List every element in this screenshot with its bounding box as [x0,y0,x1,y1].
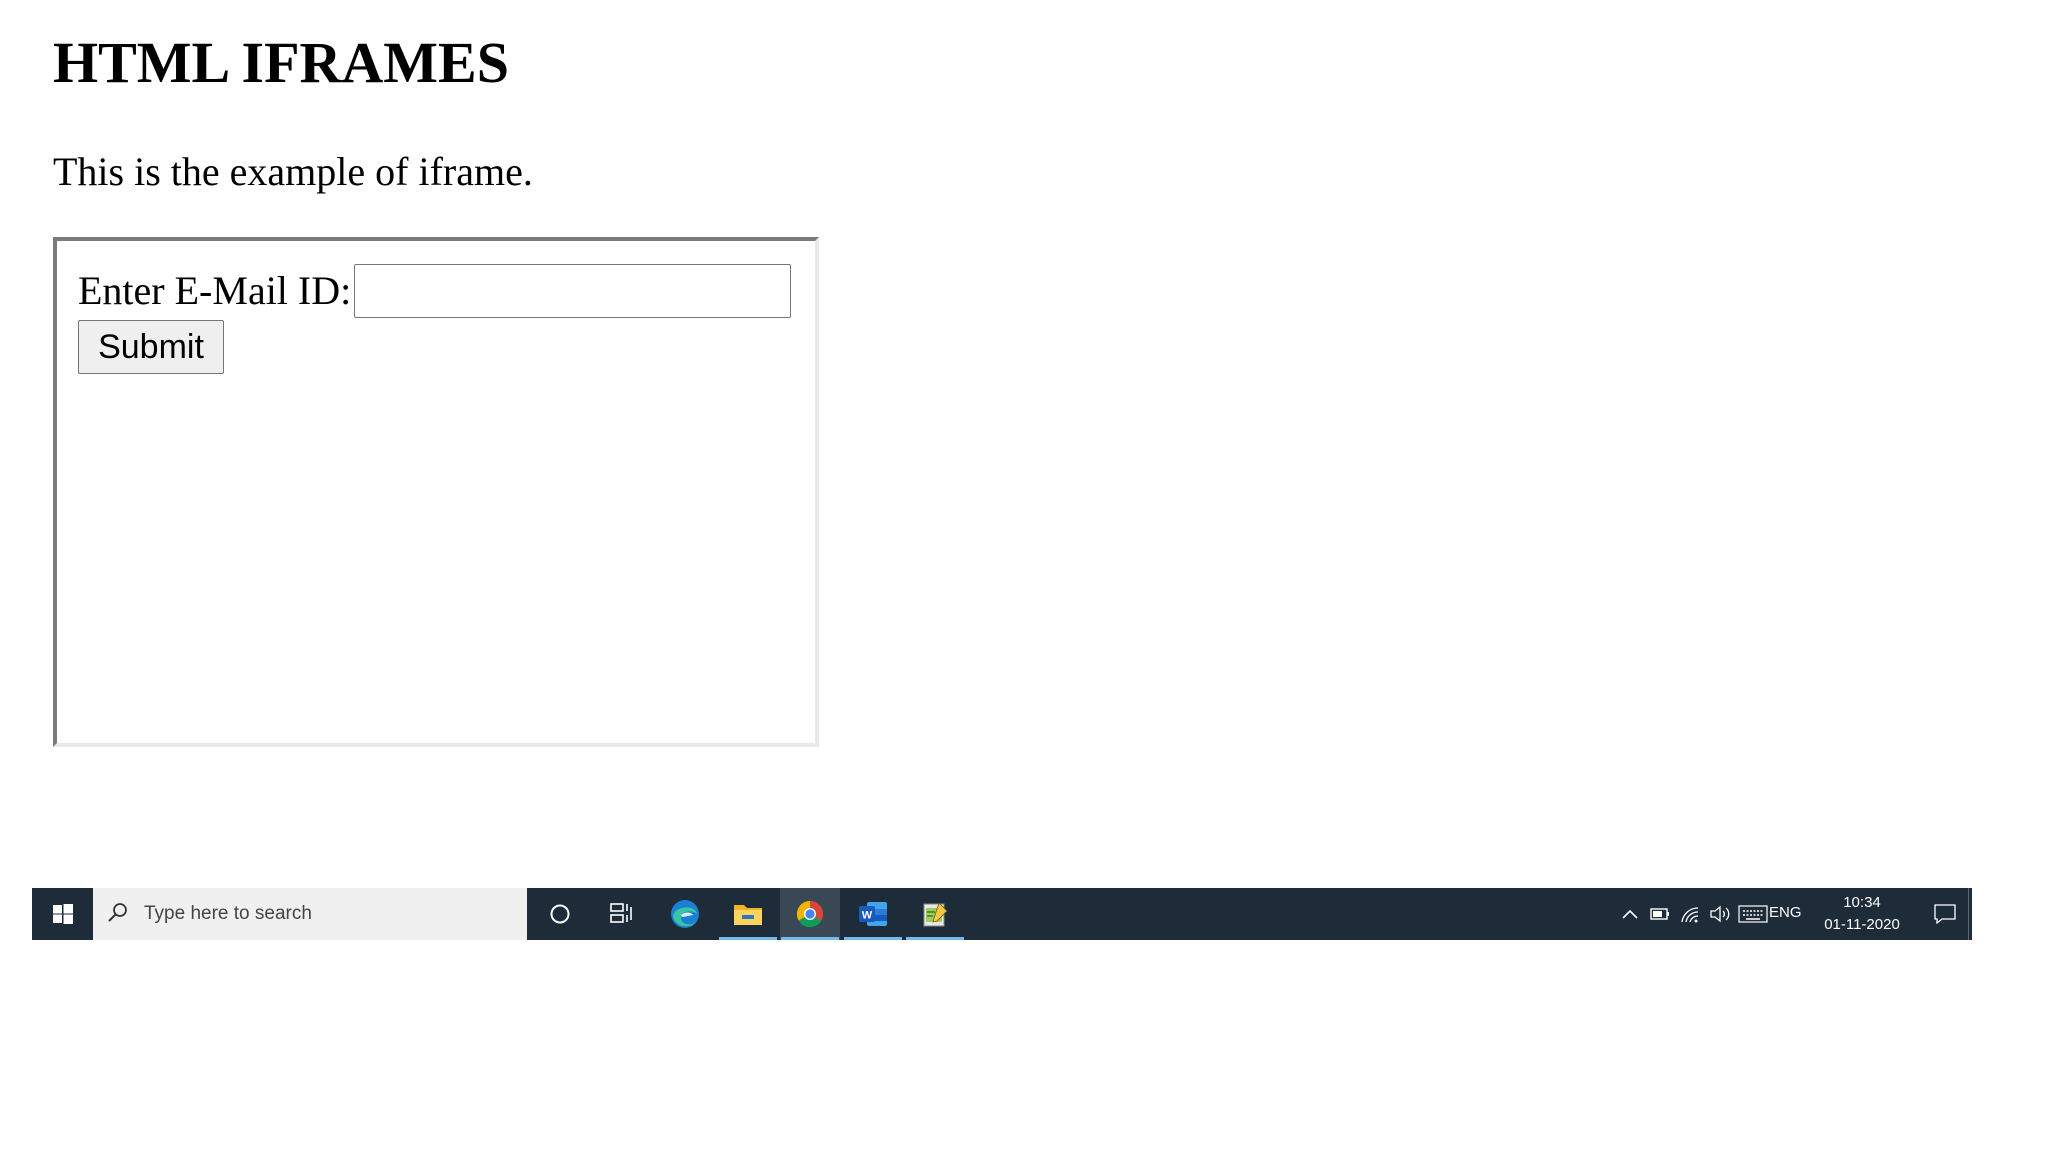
clock-date[interactable]: 01-11-2020 [1814,914,1910,936]
email-input[interactable] [354,264,791,318]
edge-icon [671,900,699,928]
notification-icon [1934,904,1956,924]
search-icon [108,903,127,922]
cortana-button[interactable] [530,888,590,940]
iframe-frame: Enter E-Mail ID: Submit [53,237,819,747]
network-button[interactable] [1676,888,1704,940]
clock-time[interactable]: 10:34 [1822,892,1902,914]
wifi-icon [1681,907,1699,923]
windows-taskbar: Type here to search W ENG 10:34 01-11-20… [32,888,1972,940]
page-title: HTML IFRAMES [53,30,509,95]
show-hidden-icons-button[interactable] [1618,888,1642,940]
edge-button[interactable] [655,888,715,940]
file-explorer-button[interactable] [718,888,778,940]
show-desktop-button[interactable] [1968,888,1973,940]
keyboard-icon [1738,905,1768,923]
touch-keyboard-button[interactable] [1736,888,1770,940]
intro-text: This is the example of iframe. [53,149,533,194]
chrome-button[interactable] [780,888,840,940]
svg-text:W: W [862,910,873,922]
email-label: Enter E-Mail ID: [78,268,352,313]
taskbar-search-box[interactable]: Type here to search [93,888,527,940]
cortana-icon [550,904,570,924]
notepad-plus-icon [923,902,948,927]
word-icon: W [859,902,887,926]
task-view-button[interactable] [592,888,652,940]
speaker-icon [1710,905,1730,923]
battery-button[interactable] [1646,888,1674,940]
windows-logo-icon [52,904,73,924]
word-button[interactable]: W [843,888,903,940]
notepad-plus-button[interactable] [905,888,965,940]
volume-button[interactable] [1706,888,1734,940]
submit-button[interactable]: Submit [78,320,224,374]
search-placeholder: Type here to search [144,903,312,924]
chrome-icon [796,900,824,928]
input-language-indicator[interactable]: ENG [1769,904,1802,921]
chevron-up-icon [1622,909,1638,919]
action-center-button[interactable] [1928,888,1962,940]
start-button[interactable] [32,888,93,940]
task-view-icon [610,903,632,923]
file-explorer-icon [734,905,762,925]
battery-icon [1650,908,1669,920]
